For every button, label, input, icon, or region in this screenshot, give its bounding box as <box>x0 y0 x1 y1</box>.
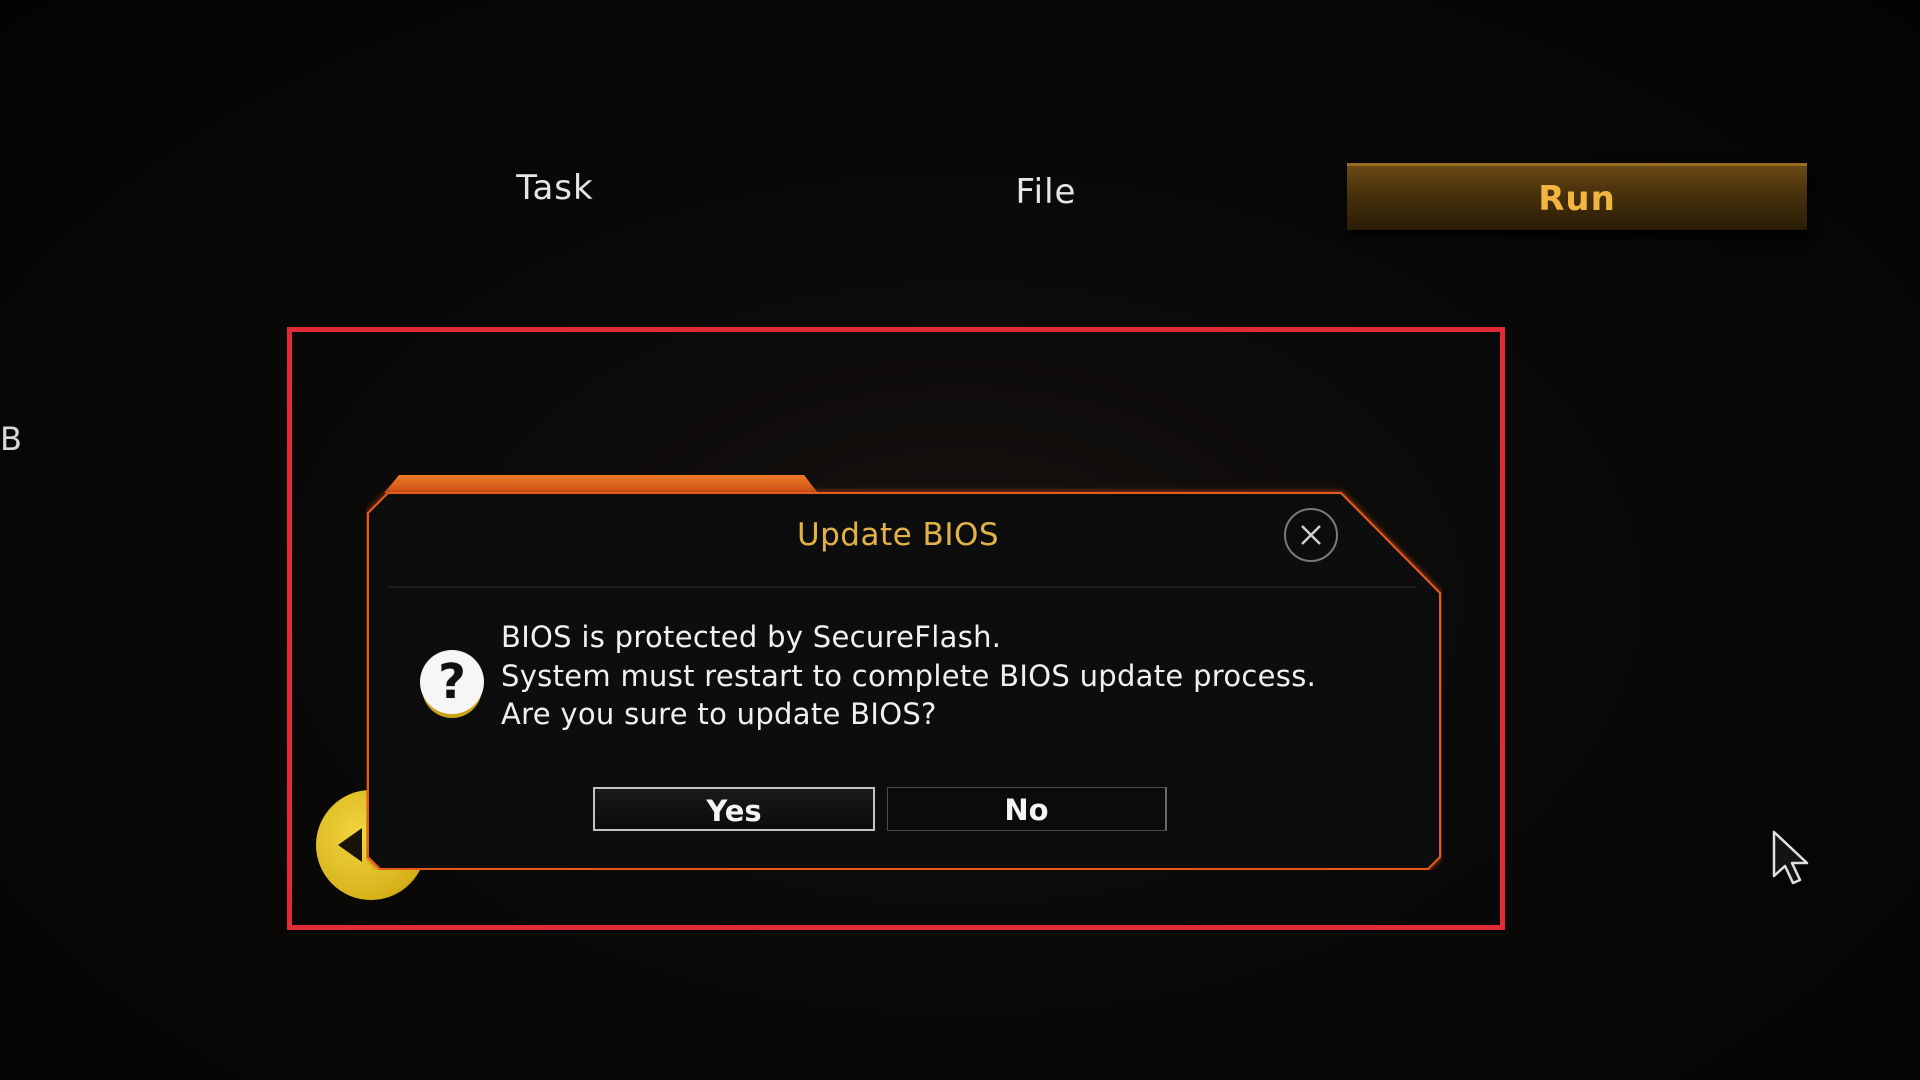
bios-screen: Task File Run B Update BIOS ? BIOS is pr… <box>0 0 1920 1080</box>
tab-task[interactable]: Task <box>455 168 655 208</box>
mouse-pointer-icon <box>1772 830 1809 885</box>
side-label-fragment: B <box>0 420 22 458</box>
tab-file[interactable]: File <box>946 172 1146 212</box>
tab-run[interactable]: Run <box>1347 163 1807 230</box>
annotation-highlight-frame <box>287 327 1505 930</box>
